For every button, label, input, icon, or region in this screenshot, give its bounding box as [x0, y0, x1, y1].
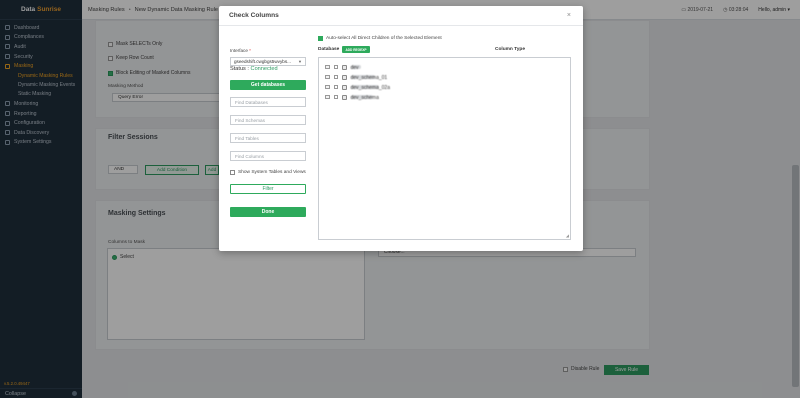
tree-row[interactable]: dev: [325, 64, 361, 71]
tree-row-label: dev: [350, 65, 361, 71]
row-checkbox[interactable]: [333, 64, 338, 70]
auto-select-children-checkbox[interactable]: Auto-select All Direct Children of the S…: [318, 36, 442, 41]
interface-value: gseedshift.cwgbgs5wvybs...: [234, 59, 291, 64]
checkbox-label: Show System Tables and Views: [238, 170, 306, 175]
required-marker: *: [249, 48, 251, 53]
database-icon: [342, 64, 347, 70]
interface-label-text: Interface: [230, 48, 248, 53]
checkbox-box: [230, 170, 235, 175]
interface-label: Interface *: [230, 48, 251, 53]
chevron-down-icon: ▼: [298, 59, 302, 64]
find-schemas-input[interactable]: Find Schemas: [230, 115, 306, 125]
get-databases-button[interactable]: Get databases: [230, 80, 306, 90]
column-type-header: Column Type: [495, 47, 526, 52]
expand-icon[interactable]: [325, 94, 330, 100]
row-checkbox[interactable]: [333, 84, 338, 90]
add-regexp-button[interactable]: ADD REGEXP: [342, 46, 370, 53]
modal-left-column: Status : Connected Interface * gseedshif…: [230, 6, 307, 251]
row-checkbox[interactable]: [333, 94, 338, 100]
tree-row[interactable]: dev_schema_01: [325, 74, 388, 81]
checkbox-label: Auto-select All Direct Children of the S…: [326, 36, 442, 41]
expand-icon[interactable]: [325, 64, 330, 70]
database-column-header: Database: [318, 47, 340, 52]
tree-row[interactable]: dev_schema_02a: [325, 84, 390, 91]
done-button[interactable]: Done: [230, 207, 306, 217]
tree-row-label: dev_schema: [350, 95, 379, 101]
status-value: Connected: [250, 66, 278, 72]
database-icon: [342, 74, 347, 80]
interface-select[interactable]: gseedshift.cwgbgs5wvybs... ▼: [230, 57, 306, 66]
check-columns-modal: Check Columns × Status : Connected Inter…: [219, 6, 583, 251]
tree-row[interactable]: dev_schema: [325, 94, 379, 101]
database-icon: [342, 94, 347, 100]
tree-row-label: dev_schema_02a: [350, 85, 390, 91]
show-system-tables-checkbox[interactable]: Show System Tables and Views: [230, 170, 306, 175]
status-label: Status :: [230, 66, 251, 72]
expand-icon[interactable]: [325, 84, 330, 90]
find-tables-input[interactable]: Find Tables: [230, 133, 306, 143]
close-icon[interactable]: ×: [567, 12, 571, 19]
checkbox-box: [318, 36, 323, 41]
resize-handle-icon[interactable]: ◢: [566, 233, 569, 238]
expand-icon[interactable]: [325, 74, 330, 80]
find-columns-input[interactable]: Find Columns: [230, 151, 306, 161]
database-icon: [342, 84, 347, 90]
database-tree[interactable]: dev dev_schema_01 dev_schema_02a dev_sch…: [318, 57, 571, 240]
connection-status: Status : Connected: [230, 66, 278, 72]
row-checkbox[interactable]: [333, 74, 338, 80]
filter-button[interactable]: Filter: [230, 184, 306, 194]
find-databases-input[interactable]: Find Databases: [230, 97, 306, 107]
tree-row-label: dev_schema_01: [350, 75, 388, 81]
